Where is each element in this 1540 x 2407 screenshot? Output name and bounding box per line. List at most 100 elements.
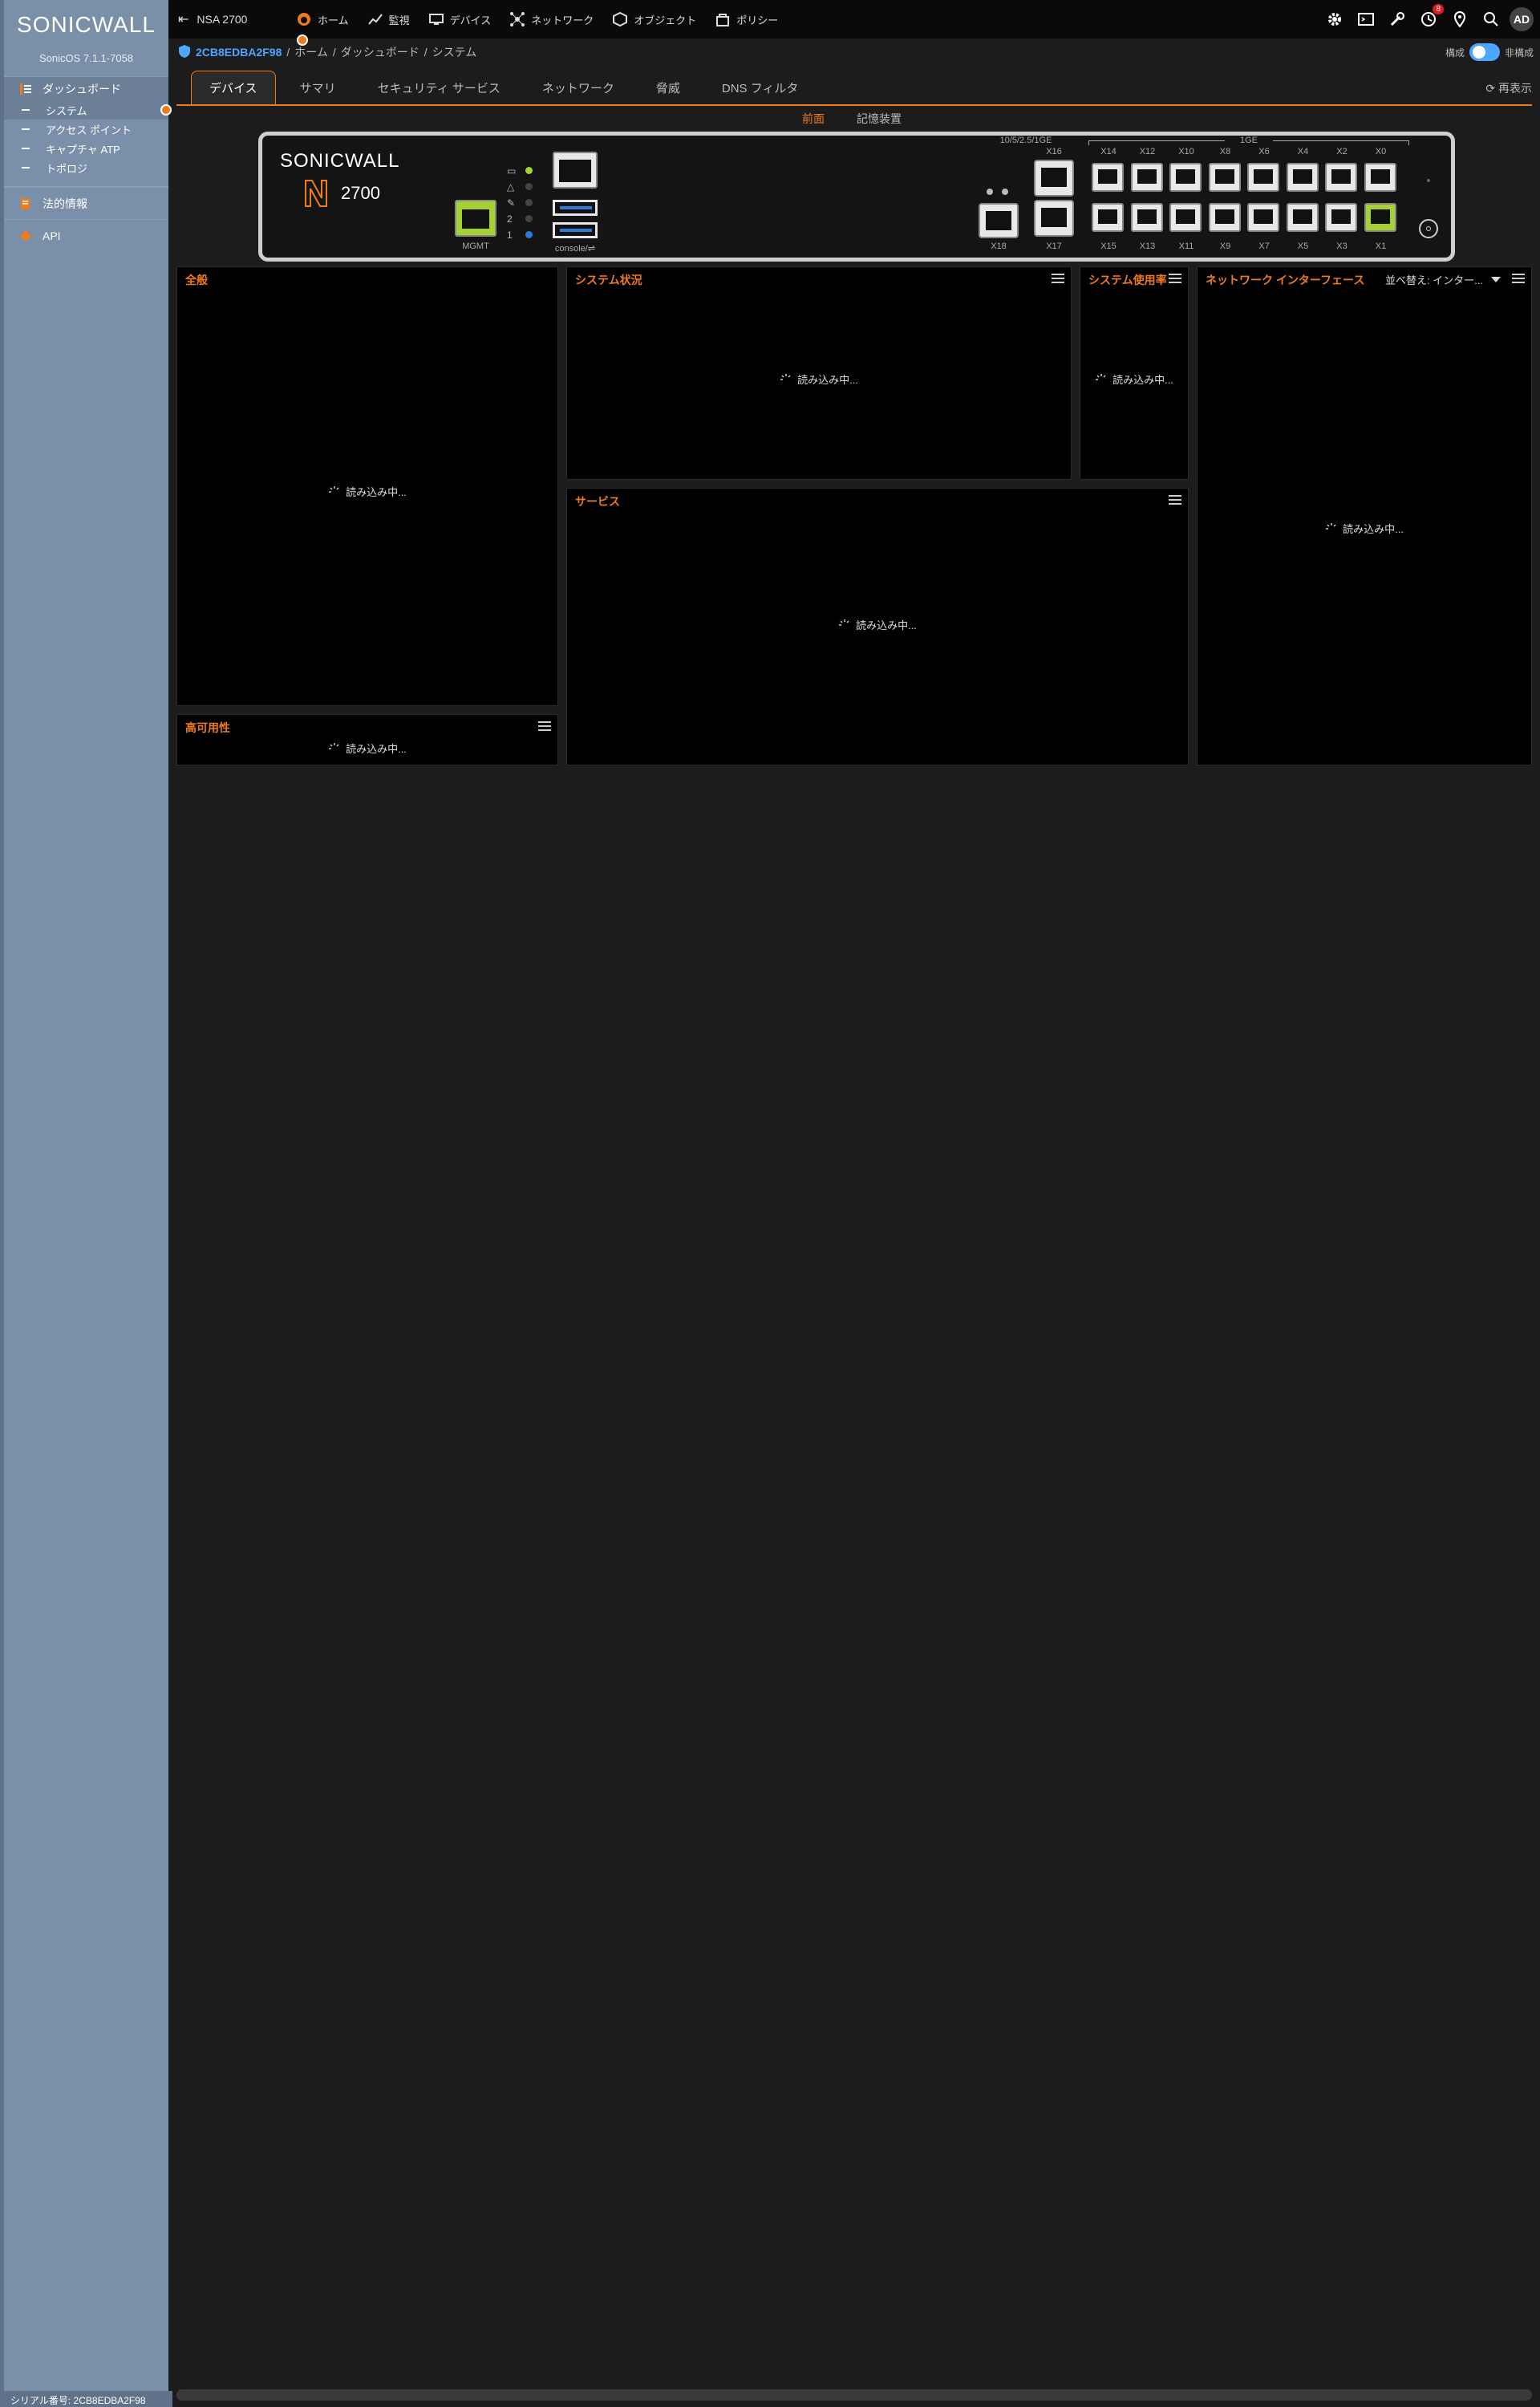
device-brand: SONICWALL: [280, 150, 400, 172]
terminal-icon[interactable]: [1357, 10, 1375, 28]
sidebar-toggle[interactable]: ⇤ NSA 2700: [168, 11, 289, 27]
clock-icon[interactable]: 8: [1420, 4, 1444, 28]
shield-icon: [178, 44, 191, 61]
breadcrumb-home[interactable]: ホーム: [294, 44, 328, 60]
policy-icon: [715, 12, 730, 26]
config-mode-toggle[interactable]: [1469, 43, 1500, 61]
tab-dns-filter[interactable]: DNS フィルタ: [704, 71, 817, 104]
refresh-icon: ⟳: [1485, 82, 1498, 95]
tab-network[interactable]: ネットワーク: [525, 71, 632, 104]
port-x9[interactable]: [1208, 203, 1241, 232]
panel-menu-icon[interactable]: [1052, 274, 1064, 283]
port-x6[interactable]: [1247, 163, 1279, 192]
model-number: 2700: [341, 183, 380, 203]
port-x2[interactable]: [1325, 163, 1357, 192]
horizontal-scrollbar[interactable]: [176, 2389, 1532, 2401]
sidebar-item-topology[interactable]: トポロジ: [4, 158, 168, 177]
port-x4[interactable]: [1286, 163, 1319, 192]
spinner-icon: [1326, 522, 1336, 530]
gear-icon[interactable]: [1326, 10, 1343, 28]
nav-network[interactable]: ネットワーク: [510, 12, 594, 27]
port-label-x15: X15: [1100, 242, 1116, 251]
loading-indicator: 読み込み中...: [567, 617, 1188, 632]
port-x0[interactable]: [1364, 163, 1396, 192]
location-pin-icon[interactable]: [1451, 10, 1469, 28]
panel-network-interfaces: ネットワーク インターフェース 並べ替え: インター... 読み込み中...: [1197, 266, 1532, 765]
port-console[interactable]: [553, 152, 598, 189]
sidebar-section-legal[interactable]: 法的情報: [4, 187, 168, 219]
breadcrumb-dashboard[interactable]: ダッシュボード: [341, 44, 419, 60]
subtab-storage[interactable]: 記憶装置: [857, 111, 902, 127]
sidebar-item-label: キャプチャ ATP: [46, 143, 120, 156]
nav-label: オブジェクト: [634, 14, 697, 26]
port-x3[interactable]: [1325, 203, 1357, 232]
wrench-icon: ✎: [507, 197, 516, 209]
refresh-label: 再表示: [1498, 82, 1532, 95]
port-label-x18: X18: [991, 242, 1007, 251]
port-x11[interactable]: [1169, 203, 1202, 232]
port-x8[interactable]: [1208, 163, 1241, 192]
port-x15[interactable]: [1092, 203, 1124, 232]
console-label-text: console/: [554, 244, 588, 254]
loading-indicator: 読み込み中...: [567, 371, 1071, 387]
tab-summary[interactable]: サマリ: [282, 71, 354, 104]
menu-collapse-icon: ⇤: [178, 13, 189, 26]
port-x13[interactable]: [1130, 203, 1163, 232]
panel-menu-icon[interactable]: [1512, 274, 1525, 283]
port-label-x8: X8: [1219, 147, 1231, 156]
port-label-x10: X10: [1178, 147, 1194, 156]
port-mgmt[interactable]: [455, 200, 496, 237]
subtab-front[interactable]: 前面: [802, 111, 825, 127]
port-x12[interactable]: [1130, 163, 1163, 192]
sidebar-item-capture-atp[interactable]: キャプチャ ATP: [4, 139, 168, 158]
port-label-x1: X1: [1375, 242, 1387, 251]
loading-text: 読み込み中...: [797, 374, 858, 386]
panel-menu-icon[interactable]: [1169, 495, 1181, 505]
usb-port-1[interactable]: [553, 200, 598, 216]
sidebar-section-dashboard[interactable]: ダッシュボード: [4, 76, 168, 100]
port-x18[interactable]: [979, 203, 1019, 238]
sidebar-item-access-point[interactable]: アクセス ポイント: [4, 120, 168, 139]
nav-object[interactable]: オブジェクト: [613, 12, 696, 27]
sidebar-divider: [4, 177, 168, 187]
nav-home[interactable]: ホーム: [297, 12, 349, 46]
port-x10[interactable]: [1169, 163, 1202, 192]
tab-device[interactable]: デバイス: [191, 71, 276, 104]
wrench-icon[interactable]: [1388, 10, 1406, 28]
port-x14[interactable]: [1092, 163, 1124, 192]
breadcrumb-serial[interactable]: 2CB8EDBA2F98: [196, 46, 282, 59]
tab-security-services[interactable]: セキュリティ サービス: [360, 71, 518, 104]
power-button[interactable]: [1419, 219, 1438, 238]
nav-monitor[interactable]: 監視: [367, 12, 410, 27]
panel-menu-icon[interactable]: [1169, 274, 1181, 283]
nav-policy[interactable]: ポリシー: [715, 12, 778, 27]
tab-threats[interactable]: 脅威: [638, 71, 698, 104]
nav-device[interactable]: デバイス: [428, 12, 491, 27]
sidebar-item-system[interactable]: システム: [4, 100, 172, 120]
panel-high-availability: 高可用性 読み込み中...: [176, 714, 558, 765]
port-x5[interactable]: [1286, 203, 1319, 232]
usb-icon: ⇌: [587, 244, 596, 254]
sidebar-section-api[interactable]: API: [4, 219, 168, 251]
port-x1[interactable]: [1364, 203, 1396, 232]
port-label-x7: X7: [1258, 242, 1270, 251]
port-label-x17: X17: [1046, 242, 1062, 251]
nsa-logo-icon: [305, 180, 327, 207]
port-x7[interactable]: [1247, 203, 1279, 232]
breadcrumb-separator: /: [424, 46, 428, 59]
sort-dropdown[interactable]: 並べ替え: インター...: [1385, 272, 1501, 287]
spinner-icon: [839, 619, 849, 626]
refresh-button[interactable]: ⟳ 再表示: [1485, 80, 1532, 96]
config-toggle-area: 構成 非構成: [1445, 43, 1534, 61]
search-icon[interactable]: [1482, 10, 1500, 28]
avatar[interactable]: AD: [1510, 7, 1534, 31]
port-x16[interactable]: [1034, 160, 1074, 197]
port-x17[interactable]: [1034, 200, 1074, 237]
breadcrumb-separator: /: [286, 46, 290, 59]
panel-menu-icon[interactable]: [538, 721, 551, 731]
dash-icon: [22, 148, 30, 149]
panel-title: システム状況: [575, 274, 642, 286]
loading-indicator: 読み込み中...: [177, 484, 557, 499]
usb-port-2[interactable]: [553, 222, 598, 238]
panel-services: サービス 読み込み中...: [566, 488, 1189, 765]
